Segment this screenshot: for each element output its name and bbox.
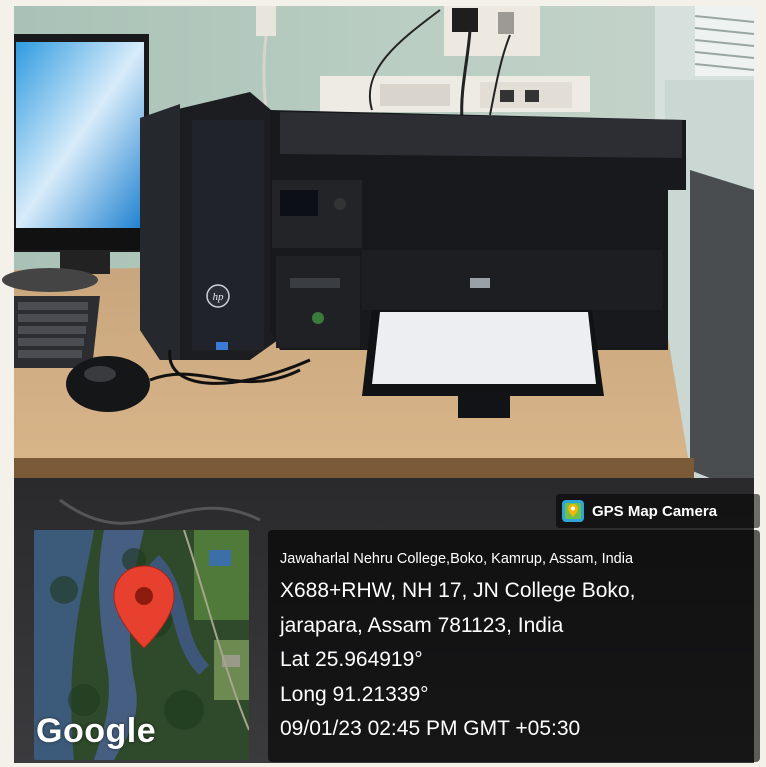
map-pin-app-icon bbox=[562, 500, 584, 522]
location-info-panel: Jawaharlal Nehru College,Boko, Kamrup, A… bbox=[268, 530, 760, 762]
photo-frame: hp GPS Map Camera Google Jawaharlal Nehr… bbox=[0, 0, 766, 767]
place-name: Jawaharlal Nehru College,Boko, Kamrup, A… bbox=[280, 551, 634, 567]
address-line-2: jarapara, Assam 781123, India bbox=[280, 613, 564, 637]
svg-text:hp: hp bbox=[213, 291, 225, 303]
address-line-1: X688+RHW, NH 17, JN College Boko, bbox=[280, 579, 636, 602]
timestamp: 09/01/23 02:45 PM GMT +05:30 bbox=[280, 717, 581, 740]
app-name: GPS Map Camera bbox=[592, 502, 718, 520]
latitude: Lat 25.964919° bbox=[280, 648, 423, 671]
longitude: Long 91.21339° bbox=[280, 682, 429, 706]
google-logo: Google bbox=[36, 712, 157, 750]
gps-map-camera-badge: GPS Map Camera bbox=[556, 494, 760, 528]
